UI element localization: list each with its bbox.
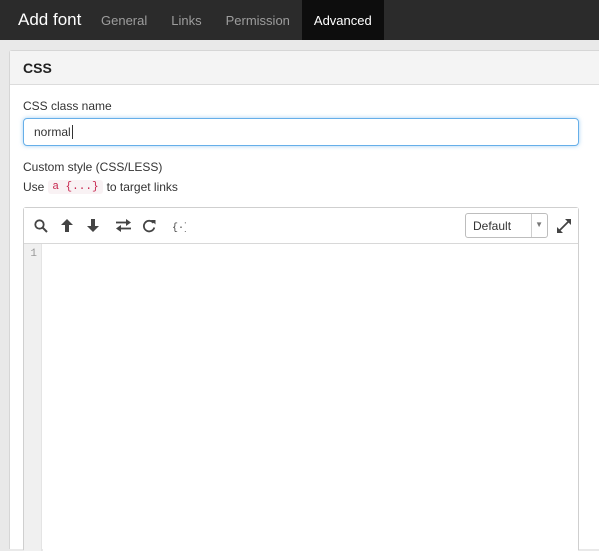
panel-title: CSS [23, 59, 52, 76]
target-links-hint: Use a {...} to target links [23, 180, 178, 194]
search-icon[interactable] [28, 208, 54, 244]
page-title: Add font [18, 10, 82, 29]
hint-code: a {...} [48, 180, 103, 194]
tab-permission[interactable]: Permission [214, 0, 302, 40]
css-class-value: normal [34, 125, 71, 139]
refresh-icon[interactable] [136, 208, 162, 244]
css-editor: {·} Default ▼ 1 [23, 207, 579, 551]
expand-icon[interactable] [552, 213, 576, 239]
braces-icon[interactable]: {·} [166, 208, 192, 244]
top-navbar: Add font General Links Permission Advanc… [0, 0, 599, 40]
editor-toolbar: {·} Default ▼ [24, 208, 578, 244]
tab-general[interactable]: General [89, 0, 159, 40]
code-text-area[interactable] [43, 244, 578, 551]
line-number: 1 [30, 248, 37, 260]
theme-select-value: Default [473, 218, 512, 233]
tab-advanced[interactable]: Advanced [301, 0, 384, 40]
svg-text:{·}: {·} [172, 222, 186, 232]
arrow-up-icon[interactable] [54, 208, 80, 244]
hint-suffix: to target links [106, 180, 178, 194]
css-class-label: CSS class name [23, 99, 112, 113]
css-class-input[interactable]: normal [23, 118, 579, 146]
select-divider [531, 214, 532, 237]
panel-header: CSS [10, 51, 599, 85]
replace-icon[interactable] [110, 208, 136, 244]
css-panel: CSS CSS class name normal Custom style (… [9, 50, 599, 551]
text-caret [71, 125, 73, 139]
custom-style-label: Custom style (CSS/LESS) [23, 160, 163, 174]
chevron-down-icon: ▼ [535, 220, 543, 229]
theme-select[interactable]: Default ▼ [465, 213, 548, 238]
line-number-gutter: 1 [24, 244, 42, 551]
arrow-down-icon[interactable] [80, 208, 106, 244]
hint-prefix: Use [23, 180, 45, 194]
tab-links[interactable]: Links [159, 0, 213, 40]
